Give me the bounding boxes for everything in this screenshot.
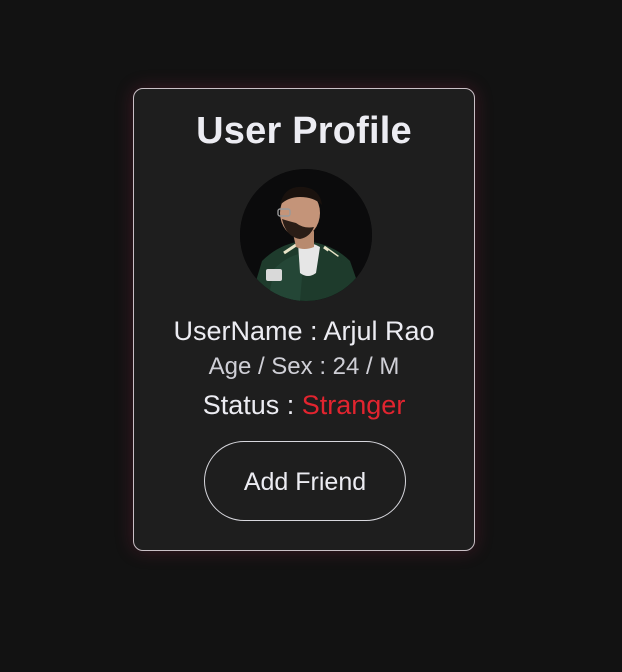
username-label: UserName : (173, 316, 324, 346)
status-line: Status : Stranger (134, 387, 474, 423)
profile-title: User Profile (196, 110, 412, 152)
status-value: Stranger (301, 390, 406, 420)
profile-avatar (240, 169, 372, 301)
age-sex-label: Age / Sex : (208, 353, 333, 380)
username-line: UserName : Arjul Rao (134, 313, 474, 349)
username-value: Arjul Rao (323, 316, 435, 346)
age-sex-separator: / (359, 353, 380, 380)
status-label: Status : (202, 390, 302, 420)
user-profile-card: User Profile UserName: Arjul Rao Age / … (133, 88, 475, 551)
sex-value: M (379, 353, 400, 380)
add-friend-button[interactable]: Add Friend (204, 441, 406, 521)
avatar-photo (240, 169, 372, 301)
age-value: 24 (332, 353, 360, 380)
age-sex-line: Age / Sex : 24 / M (134, 351, 474, 383)
